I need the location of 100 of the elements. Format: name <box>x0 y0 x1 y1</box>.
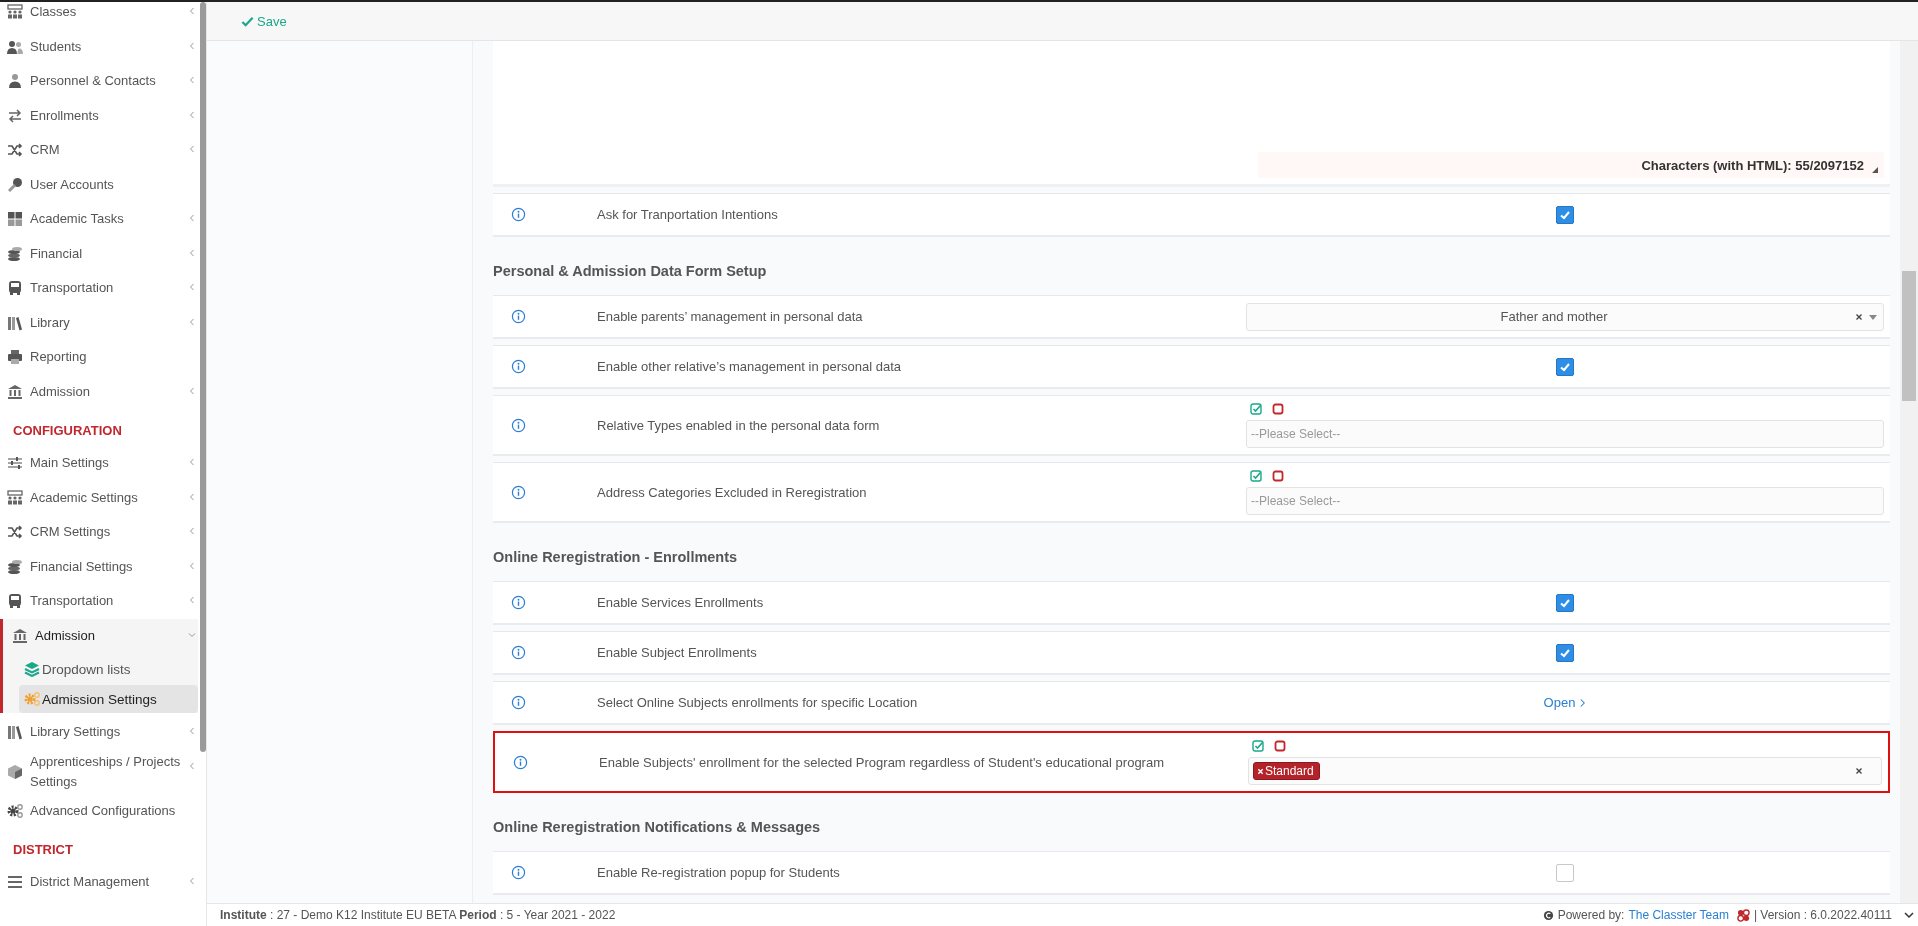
checkbox[interactable] <box>1556 863 1574 882</box>
deselect-all-icon[interactable] <box>1274 740 1286 752</box>
version-text: | Version : 6.0.2022.40111 <box>1753 908 1892 922</box>
info-icon[interactable] <box>511 865 526 880</box>
bus-icon <box>7 593 23 610</box>
chevron-left-icon <box>188 110 196 119</box>
sidebar-item[interactable]: CRM Settings <box>0 515 198 550</box>
submenu-item[interactable]: Admission Settings <box>19 685 198 713</box>
chevron-left-icon <box>188 214 196 222</box>
open-link[interactable]: Open <box>1543 695 1587 710</box>
coins-icon <box>7 245 23 262</box>
sidebar-item[interactable]: Students <box>0 29 198 64</box>
remove-icon[interactable] <box>1257 767 1264 775</box>
sidebar-item[interactable]: Academic Tasks <box>0 202 198 237</box>
checkbox[interactable] <box>1556 593 1574 612</box>
sidebar-item[interactable]: Admission <box>0 374 198 409</box>
chevron-left-icon <box>188 561 196 570</box>
people-icon <box>7 4 23 21</box>
user-icon <box>7 73 23 90</box>
scrollbar[interactable] <box>1900 41 1918 903</box>
shuffle-icon <box>7 524 23 541</box>
sidebar-item[interactable]: Academic Settings <box>0 480 198 515</box>
sidebar-item[interactable]: Enrollments <box>0 98 198 133</box>
caret-icon <box>1869 312 1877 321</box>
chevron-left-icon <box>188 386 196 395</box>
checkbox[interactable] <box>1556 643 1574 662</box>
info-icon[interactable] <box>511 484 526 500</box>
sidebar-item[interactable]: Apprenticeships / Projects Settings <box>0 749 198 794</box>
chevron-left-icon <box>188 41 196 50</box>
submenu-item[interactable]: Dropdown lists <box>19 655 198 683</box>
select-all-icon[interactable] <box>1252 740 1264 752</box>
info-icon[interactable] <box>511 645 526 660</box>
bank-icon <box>7 383 23 400</box>
setting-label: Relative Types enabled in the personal data form <box>597 417 881 433</box>
multiselect-field[interactable]: Standard <box>1248 757 1882 785</box>
info-icon[interactable] <box>511 595 526 610</box>
deselect-all-icon[interactable] <box>1272 403 1284 415</box>
sidebar-item[interactable]: Transportation <box>0 271 198 306</box>
chevron-left-icon <box>188 727 196 735</box>
checkbox[interactable] <box>1556 205 1574 224</box>
sidebar-item[interactable]: Transportation <box>0 584 198 619</box>
layers-icon <box>24 661 40 677</box>
sidebar-item[interactable]: Personnel & Contacts <box>0 64 198 99</box>
scrollbar[interactable] <box>200 2 206 752</box>
sidebar-item[interactable]: Library <box>0 305 198 340</box>
setting-label: Enable parents’ management in personal data <box>597 309 864 324</box>
dropdown[interactable]: Father and mother <box>1246 302 1884 331</box>
sidebar-item[interactable]: Financial Settings <box>0 549 198 584</box>
chevron-left-icon <box>188 145 196 153</box>
grid-icon <box>7 211 23 228</box>
sidebar-item[interactable]: Advanced Configurations <box>0 793 198 828</box>
sidebar-section-title: CONFIGURATION <box>12 422 123 440</box>
section-heading: Personal & Admission Data Form Setup <box>493 262 768 281</box>
resize-handle-icon[interactable] <box>1872 167 1878 173</box>
chevron-down-icon <box>188 630 196 639</box>
chevron-left-icon <box>188 877 196 885</box>
setting-label: Enable other relative’s management in personal data <box>597 359 902 374</box>
check-icon <box>241 14 254 28</box>
sidebar-item[interactable]: CRM <box>0 133 198 168</box>
sidebar-item[interactable]: Admission <box>3 618 198 653</box>
setting-label: Ask for Tranportation Intentions <box>597 207 779 222</box>
chevron-left-icon <box>188 527 196 535</box>
team-link[interactable]: The Classter Team <box>1628 908 1729 922</box>
printer-icon <box>7 349 23 366</box>
sidebar-item[interactable]: Main Settings <box>0 446 198 481</box>
section-heading: Online Reregistration Notifications & Messages <box>493 818 822 837</box>
gears-icon <box>7 802 23 819</box>
checkbox[interactable] <box>1556 357 1574 376</box>
select-all-icon[interactable] <box>1250 403 1262 415</box>
setting-label: Enable Re-registration popup for Students <box>597 865 841 880</box>
clear-icon[interactable] <box>1855 767 1863 775</box>
info-icon[interactable] <box>511 417 526 433</box>
info-icon[interactable] <box>511 359 526 374</box>
chevron-left-icon <box>188 492 196 501</box>
sidebar-item[interactable]: Financial <box>0 236 198 271</box>
books-icon <box>7 314 23 331</box>
clear-icon[interactable] <box>1855 312 1863 321</box>
bank-icon <box>12 627 28 644</box>
chevron-left-icon <box>188 596 196 604</box>
sidebar-section-title: DISTRICT <box>12 841 74 859</box>
info-icon[interactable] <box>511 695 526 710</box>
character-count: Characters (with HTML): 55/2097152 <box>1641 157 1864 173</box>
info-icon[interactable] <box>511 207 526 222</box>
sidebar-item[interactable]: Library Settings <box>0 715 198 750</box>
sidebar-item[interactable]: Classes <box>0 2 198 30</box>
select-all-icon[interactable] <box>1250 470 1262 482</box>
key-icon <box>7 176 23 193</box>
copyright-icon <box>1542 909 1554 921</box>
chevron-left-icon <box>188 283 196 291</box>
scroll-down-icon[interactable] <box>1904 911 1914 919</box>
sidebar-item[interactable]: District Management <box>0 865 198 900</box>
text-editor[interactable]: Characters (with HTML): 55/2097152 <box>493 41 1890 187</box>
info-icon[interactable] <box>513 754 528 770</box>
deselect-all-icon[interactable] <box>1272 470 1284 482</box>
chevron-left-icon <box>188 7 196 15</box>
info-icon[interactable] <box>511 309 526 324</box>
sidebar-item[interactable]: Reporting <box>0 340 198 375</box>
chevron-left-icon <box>188 76 196 84</box>
tag[interactable]: Standard <box>1253 762 1320 780</box>
sidebar-item[interactable]: User Accounts <box>0 167 198 202</box>
